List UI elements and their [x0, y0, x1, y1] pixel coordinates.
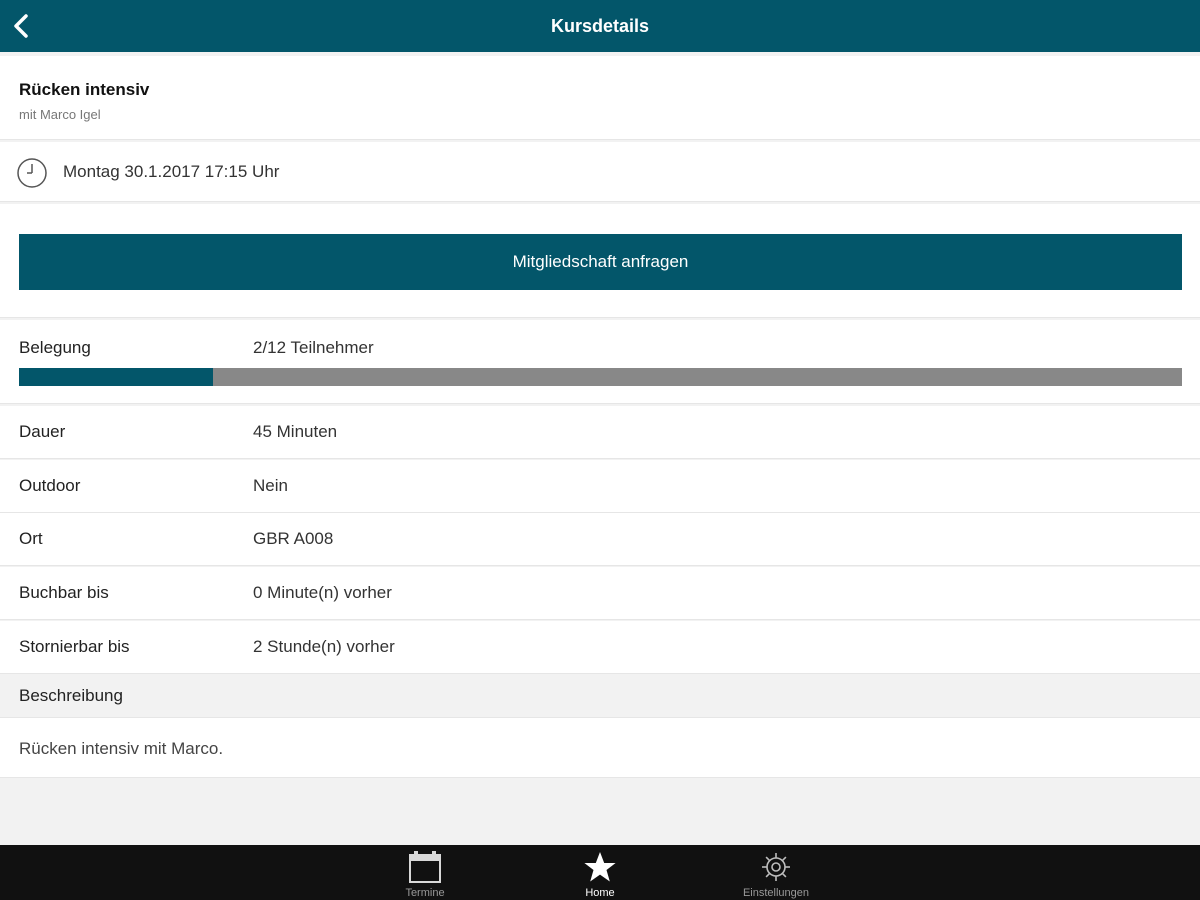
- detail-value: 0 Minute(n) vorher: [253, 583, 392, 602]
- tab-label: Home: [585, 887, 615, 899]
- chevron-left-icon: [14, 14, 28, 38]
- clock-icon: [17, 158, 47, 188]
- action-section: Mitgliedschaft anfragen: [0, 204, 1200, 318]
- detail-row-outdoor: Outdoor Nein: [0, 460, 1200, 513]
- occupancy-section: Belegung 2/12 Teilnehmer: [0, 320, 1200, 404]
- detail-row-cancellable-until: Stornierbar bis 2 Stunde(n) vorher: [0, 621, 1200, 674]
- detail-value: 2 Stunde(n) vorher: [253, 637, 395, 656]
- tab-termine[interactable]: Termine: [365, 845, 485, 900]
- description-section-header: Beschreibung: [0, 674, 1200, 718]
- gear-icon: [762, 853, 790, 881]
- detail-label: Stornierbar bis: [19, 637, 130, 656]
- datetime-row: Montag 30.1.2017 17:15 Uhr: [0, 142, 1200, 202]
- course-title: Rücken intensiv: [19, 80, 150, 99]
- star-icon: [584, 852, 616, 882]
- detail-label: Buchbar bis: [19, 583, 109, 602]
- request-membership-button[interactable]: Mitgliedschaft anfragen: [19, 234, 1182, 290]
- detail-row-duration: Dauer 45 Minuten: [0, 406, 1200, 459]
- detail-label: Dauer: [19, 422, 66, 441]
- description-header: Beschreibung: [19, 686, 123, 705]
- course-trainer: mit Marco Igel: [19, 107, 101, 122]
- tab-home[interactable]: Home: [540, 845, 660, 900]
- back-button[interactable]: [4, 8, 40, 44]
- detail-value: GBR A008: [253, 529, 334, 548]
- course-details-content: Rücken intensiv mit Marco Igel Montag 30…: [0, 52, 1200, 845]
- detail-label: Outdoor: [19, 476, 81, 495]
- description-section: Rücken intensiv mit Marco.: [0, 718, 1200, 778]
- detail-label: Ort: [19, 529, 43, 548]
- detail-row-bookable-until: Buchbar bis 0 Minute(n) vorher: [0, 567, 1200, 620]
- tab-bar: Termine Home Einstellungen: [0, 845, 1200, 900]
- course-header: Rücken intensiv mit Marco Igel: [0, 56, 1200, 140]
- course-datetime: Montag 30.1.2017 17:15 Uhr: [63, 162, 280, 181]
- calendar-icon: [409, 851, 441, 883]
- tab-settings[interactable]: Einstellungen: [716, 845, 836, 900]
- detail-value: 45 Minuten: [253, 422, 338, 441]
- occupancy-label: Belegung: [19, 338, 91, 357]
- occupancy-progress-fill: [19, 368, 213, 386]
- description-text: Rücken intensiv mit Marco.: [19, 739, 224, 758]
- occupancy-value: 2/12 Teilnehmer: [253, 338, 374, 357]
- page-title: Kursdetails: [550, 15, 650, 36]
- navigation-bar: Kursdetails: [0, 0, 1200, 52]
- occupancy-progress-bar: [19, 368, 1182, 386]
- detail-value: Nein: [253, 476, 288, 495]
- tab-label: Termine: [405, 887, 445, 899]
- detail-row-location: Ort GBR A008: [0, 513, 1200, 566]
- tab-label: Einstellungen: [742, 887, 810, 899]
